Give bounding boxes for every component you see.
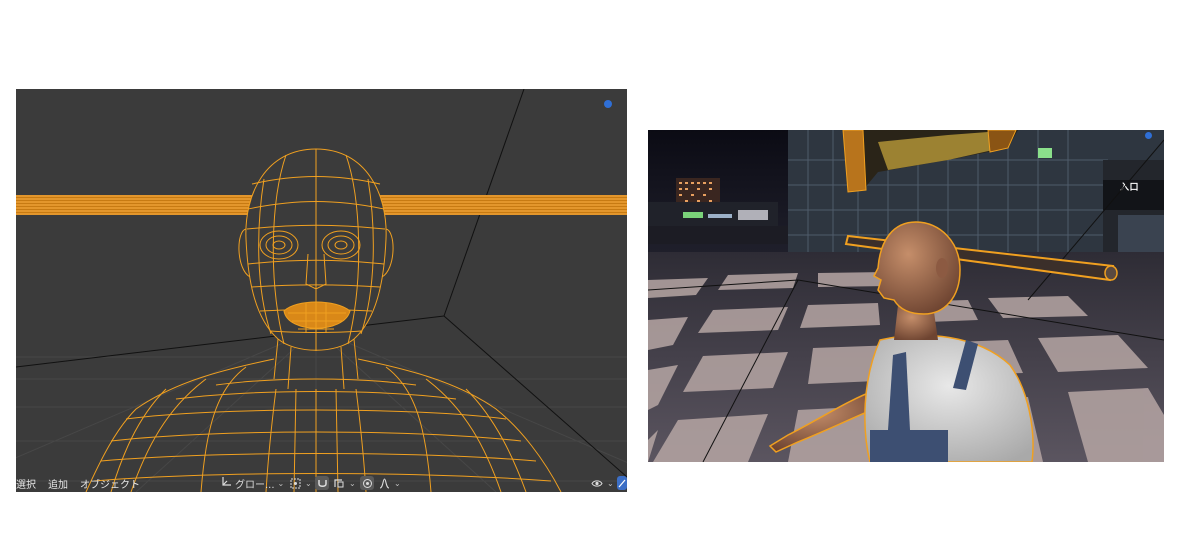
visibility-dropdown[interactable]: ⌄: [590, 476, 614, 490]
menu-object[interactable]: オブジェクト: [80, 476, 140, 491]
eye-icon: [590, 476, 604, 490]
chevron-down-icon: ⌄: [277, 478, 285, 488]
snap-increment-icon: [332, 476, 346, 490]
falloff-dropdown[interactable]: ⌄: [377, 476, 401, 490]
proportional-edit-icon[interactable]: [360, 476, 374, 490]
transform-orientation-value: グロー...: [235, 479, 275, 491]
navigation-icon[interactable]: [617, 476, 627, 490]
axes-icon: [221, 476, 232, 490]
chevron-down-icon: ⌄: [349, 478, 356, 488]
magnet-icon[interactable]: [315, 476, 329, 490]
transform-orientation-dropdown[interactable]: グロー... ⌄: [221, 476, 284, 491]
render-scene: 入口: [648, 130, 1164, 462]
falloff-curve-icon: [377, 476, 391, 490]
entrance-sign: 入口: [1119, 182, 1139, 193]
viewport-header-toolbar: 選択 追加 オブジェクト グロー... ⌄ ⌄ ⌄ ⌄ ⌄: [16, 474, 627, 492]
chevron-down-icon: ⌄: [305, 478, 312, 488]
wireframe-viewport[interactable]: 選択 追加 オブジェクト グロー... ⌄ ⌄ ⌄ ⌄ ⌄: [16, 89, 627, 492]
menu-add[interactable]: 追加: [48, 476, 68, 491]
render-viewport[interactable]: 入口: [648, 130, 1164, 462]
blue-dot-icon: [1145, 132, 1152, 139]
wireframe-scene: [16, 89, 627, 492]
snap-target-dropdown[interactable]: ⌄: [332, 476, 356, 490]
blue-dot-icon: [604, 100, 612, 108]
pivot-point-dropdown[interactable]: ⌄: [288, 476, 312, 490]
pivot-point-icon: [288, 476, 302, 490]
chevron-down-icon: ⌄: [607, 478, 614, 488]
menu-select[interactable]: 選択: [16, 476, 36, 491]
chevron-down-icon: ⌄: [394, 478, 401, 488]
